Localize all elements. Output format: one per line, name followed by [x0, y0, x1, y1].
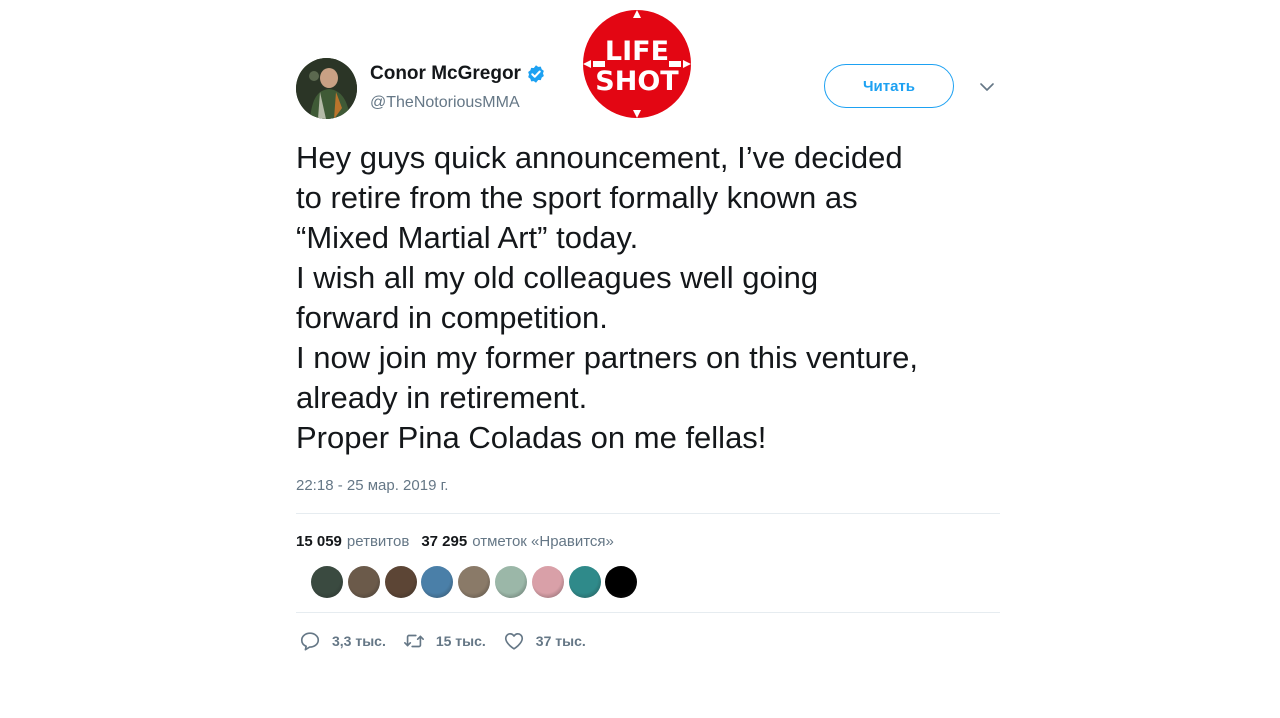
follow-button[interactable]: Читать — [824, 64, 954, 108]
liker-avatar[interactable] — [494, 566, 527, 598]
author-display-name[interactable]: Conor McGregor — [370, 63, 521, 85]
liker-avatar[interactable] — [458, 566, 491, 598]
retweets-stat[interactable]: 15 059 ретвитов — [296, 533, 409, 550]
tweet-actions: 3,3 тыс. 15 тыс. 37 тыс. — [299, 630, 603, 652]
retweet-button[interactable]: 15 тыс. — [403, 630, 486, 652]
divider — [296, 513, 1000, 514]
divider — [296, 612, 1000, 613]
author-handle[interactable]: @TheNotoriousMMA — [370, 94, 520, 112]
reply-count: 3,3 тыс. — [332, 633, 386, 649]
like-button[interactable]: 37 тыс. — [503, 630, 586, 652]
liker-avatar[interactable] — [384, 566, 417, 598]
liker-avatar[interactable] — [531, 566, 564, 598]
retweets-label: ретвитов — [346, 533, 410, 550]
tweet-text-line: I wish all my old colleagues well going — [296, 260, 819, 295]
tweet-timestamp[interactable]: 22:18 - 25 мар. 2019 г. — [296, 477, 448, 494]
watermark-line2: SHOT — [595, 66, 679, 97]
liker-avatar[interactable] — [421, 566, 454, 598]
chevron-down-icon[interactable] — [978, 78, 996, 96]
watermark-line1: LIFE — [605, 36, 669, 67]
tweet-text-line: already in retirement. — [296, 380, 588, 415]
liker-avatar[interactable] — [311, 566, 343, 598]
reply-button[interactable]: 3,3 тыс. — [299, 630, 386, 652]
verified-badge-icon — [526, 64, 546, 84]
tweet-text-line: Hey guys quick announcement, I’ve decide… — [296, 140, 903, 175]
lifeshot-watermark-logo: LIFE SHOT — [583, 10, 691, 118]
likes-label: отметок «Нравится» — [472, 533, 614, 550]
liker-avatar[interactable] — [568, 566, 601, 598]
likers-avatar-row — [311, 566, 642, 598]
author-name-row[interactable]: Conor McGregor — [370, 63, 546, 85]
like-count: 37 тыс. — [535, 633, 586, 649]
reply-icon — [300, 632, 320, 651]
tweet-text-line: “Mixed Martial Art” today. — [296, 220, 639, 255]
retweet-icon — [403, 634, 424, 648]
liker-avatar[interactable] — [605, 566, 638, 598]
liker-avatar[interactable] — [347, 566, 380, 598]
avatar-photo — [296, 58, 357, 119]
likes-count: 37 295 — [421, 533, 468, 550]
heart-icon — [504, 633, 523, 650]
retweets-count: 15 059 — [296, 533, 342, 550]
retweet-count: 15 тыс. — [435, 633, 486, 649]
tweet-text-line: to retire from the sport formally known … — [296, 180, 858, 215]
tweet-stats: 15 059 ретвитов 37 295 отметок «Нравится… — [296, 533, 626, 550]
tweet-text-line: I now join my former partners on this ve… — [296, 340, 918, 375]
tweet-text-line: Proper Pina Coladas on me fellas! — [296, 420, 767, 455]
tweet-text-line: forward in competition. — [296, 300, 608, 335]
likes-stat[interactable]: 37 295 отметок «Нравится» — [421, 533, 614, 550]
tweet-text: Hey guys quick announcement, I’ve decide… — [296, 138, 1016, 458]
author-avatar[interactable] — [296, 58, 357, 119]
